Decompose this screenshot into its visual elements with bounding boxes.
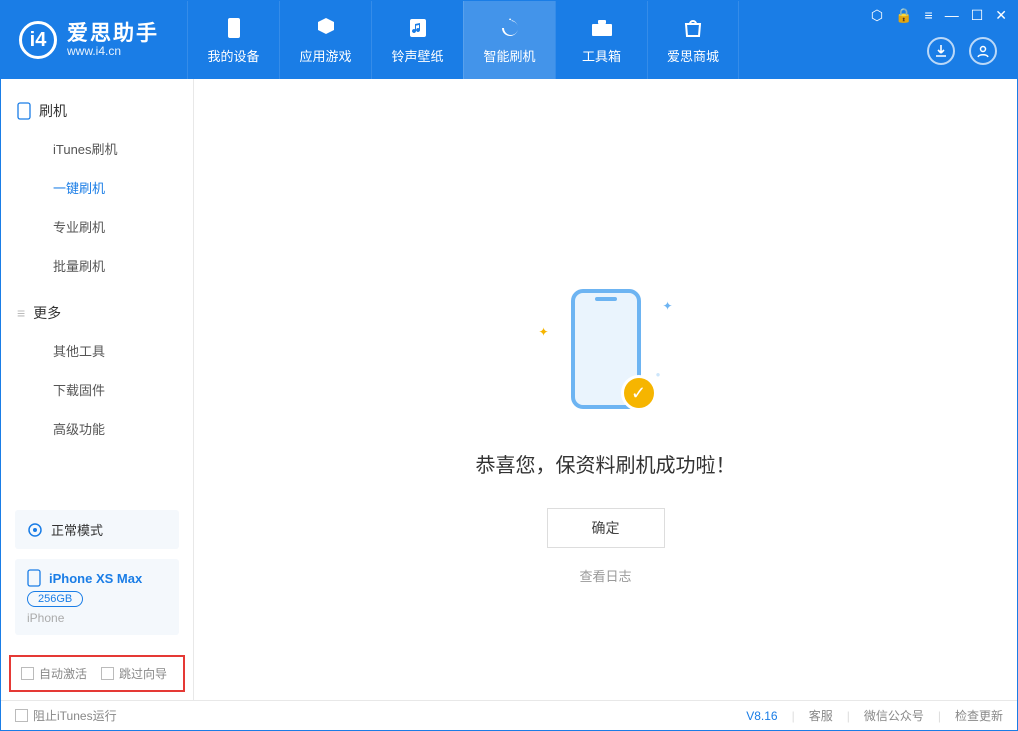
sidebar-item-oneclick-flash[interactable]: 一键刷机 (1, 168, 193, 207)
checkbox-icon (21, 667, 34, 680)
sparkle-icon: ✦ (539, 325, 549, 339)
window-controls: ⬡ 🔒 ≡ — ☐ ✕ (871, 7, 1007, 24)
checkbox-auto-activate[interactable]: 自动激活 (21, 665, 87, 682)
nav-label: 应用游戏 (299, 46, 351, 65)
mode-label: 正常模式 (51, 520, 103, 539)
sidebar-item-download-firmware[interactable]: 下载固件 (1, 370, 193, 409)
bag-icon (681, 16, 705, 40)
sidebar-item-itunes-flash[interactable]: iTunes刷机 (1, 129, 193, 168)
shirt-icon[interactable]: ⬡ (871, 7, 883, 24)
checkbox-label: 自动激活 (39, 665, 87, 682)
menu-icon[interactable]: ≡ (925, 7, 933, 24)
separator: | (792, 709, 795, 723)
maximize-button[interactable]: ☐ (971, 7, 984, 24)
version-label: V8.16 (746, 709, 777, 723)
check-badge-icon: ✓ (621, 375, 657, 411)
download-button[interactable] (927, 37, 955, 65)
device-icon (222, 16, 246, 40)
nav-apps[interactable]: 应用游戏 (279, 1, 371, 79)
sidebar-device-panel: 正常模式 iPhone XS Max 256GB iPhone (1, 500, 193, 655)
minimize-button[interactable]: — (945, 7, 959, 24)
app-body: 刷机 iTunes刷机 一键刷机 专业刷机 批量刷机 ≡ 更多 其他工具 下载固… (1, 79, 1017, 700)
view-log-link[interactable]: 查看日志 (579, 566, 631, 585)
user-button[interactable] (969, 37, 997, 65)
nav-label: 爱思商城 (667, 46, 719, 65)
sidebar-group-more[interactable]: ≡ 更多 (1, 295, 193, 331)
separator: | (938, 709, 941, 723)
refresh-icon (498, 16, 522, 40)
checkbox-block-itunes[interactable]: 阻止iTunes运行 (15, 707, 117, 724)
checkbox-icon (15, 709, 28, 722)
toolbox-icon (590, 16, 614, 40)
separator: | (847, 709, 850, 723)
group-title: 刷机 (39, 101, 67, 121)
checkbox-label: 阻止iTunes运行 (33, 707, 117, 724)
main-content: ✦ ✦ ● ✓ 恭喜您，保资料刷机成功啦！ 确定 查看日志 (194, 79, 1017, 700)
group-title: 更多 (33, 303, 61, 323)
device-name: iPhone XS Max (49, 571, 142, 586)
sparkle-icon: ✦ (662, 299, 672, 313)
nav-store[interactable]: 爱思商城 (647, 1, 739, 79)
sidebar: 刷机 iTunes刷机 一键刷机 专业刷机 批量刷机 ≡ 更多 其他工具 下载固… (1, 79, 194, 700)
sidebar-group-flash[interactable]: 刷机 (1, 93, 193, 129)
status-link-update[interactable]: 检查更新 (955, 707, 1003, 724)
nav-toolbox[interactable]: 工具箱 (555, 1, 647, 79)
lock-icon[interactable]: 🔒 (895, 7, 912, 24)
status-link-support[interactable]: 客服 (809, 707, 833, 724)
mode-icon (27, 522, 43, 538)
checkbox-skip-guide[interactable]: 跳过向导 (101, 665, 167, 682)
success-message: 恭喜您，保资料刷机成功啦！ (476, 449, 736, 478)
cube-icon (314, 16, 338, 40)
header-actions (927, 37, 997, 65)
sidebar-item-batch-flash[interactable]: 批量刷机 (1, 246, 193, 285)
music-icon (406, 16, 430, 40)
device-type: iPhone (27, 611, 64, 625)
device-info[interactable]: iPhone XS Max 256GB iPhone (15, 559, 179, 635)
nav-label: 工具箱 (582, 46, 621, 65)
nav-label: 我的设备 (207, 46, 259, 65)
dot-icon: ● (656, 370, 661, 379)
close-button[interactable]: ✕ (995, 7, 1007, 24)
checkbox-label: 跳过向导 (119, 665, 167, 682)
sidebar-item-other-tools[interactable]: 其他工具 (1, 331, 193, 370)
status-link-wechat[interactable]: 微信公众号 (864, 707, 924, 724)
flash-options-highlighted: 自动激活 跳过向导 (9, 655, 185, 692)
nav-my-device[interactable]: 我的设备 (187, 1, 279, 79)
phone-icon (17, 102, 31, 120)
device-mode[interactable]: 正常模式 (15, 510, 179, 549)
nav-label: 铃声壁纸 (391, 46, 443, 65)
device-phone-icon (27, 569, 41, 587)
nav-ringtones[interactable]: 铃声壁纸 (371, 1, 463, 79)
status-bar: 阻止iTunes运行 V8.16 | 客服 | 微信公众号 | 检查更新 (1, 700, 1017, 730)
app-header: i4 爱思助手 www.i4.cn 我的设备 应用游戏 铃声壁纸 智能刷机 工具… (1, 1, 1017, 79)
sidebar-item-advanced[interactable]: 高级功能 (1, 409, 193, 448)
app-url: www.i4.cn (67, 45, 159, 58)
main-nav: 我的设备 应用游戏 铃声壁纸 智能刷机 工具箱 爱思商城 (187, 1, 739, 79)
logo-icon: i4 (19, 21, 57, 59)
device-capacity: 256GB (27, 591, 83, 607)
success-panel: ✦ ✦ ● ✓ 恭喜您，保资料刷机成功啦！ 确定 查看日志 (476, 279, 736, 585)
app-logo: i4 爱思助手 www.i4.cn (1, 1, 177, 79)
success-illustration: ✦ ✦ ● ✓ (521, 279, 691, 419)
checkbox-icon (101, 667, 114, 680)
ok-button[interactable]: 确定 (547, 508, 665, 548)
nav-flash[interactable]: 智能刷机 (463, 1, 555, 79)
sidebar-item-pro-flash[interactable]: 专业刷机 (1, 207, 193, 246)
nav-label: 智能刷机 (483, 46, 535, 65)
list-icon: ≡ (17, 305, 25, 321)
app-name: 爱思助手 (67, 22, 159, 45)
